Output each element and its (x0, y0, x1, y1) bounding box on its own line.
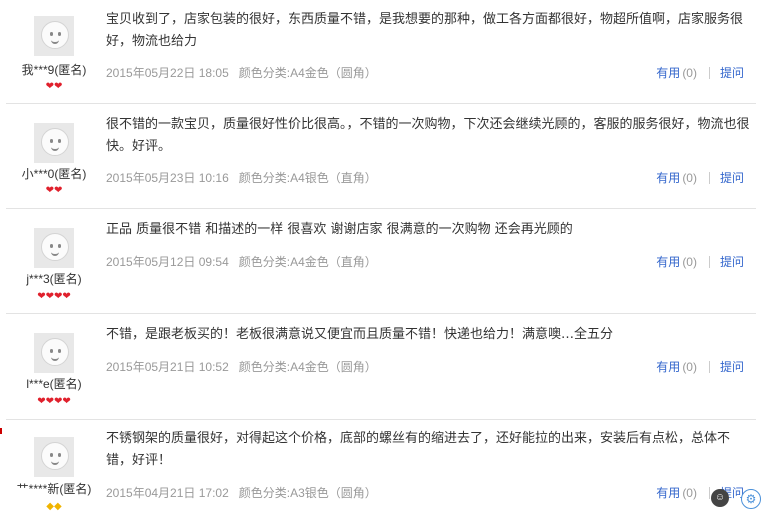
review-meta: 2015年05月12日 09:54 颜色分类:A4金色（直角） (106, 253, 377, 270)
heart-icon: ❤ (45, 396, 54, 407)
review-date: 2015年05月21日 10:52 (106, 360, 229, 374)
edge-marker (0, 428, 2, 434)
review-meta: 2015年05月21日 10:52 颜色分类:A4金色（圆角） (106, 358, 377, 375)
heart-icon: ❤ (54, 81, 63, 92)
actions-divider (708, 67, 710, 79)
heart-icon: ❤ (62, 291, 71, 302)
heart-icon: ❤ (54, 185, 63, 196)
avatar[interactable] (34, 16, 74, 56)
ask-button[interactable]: 提问 (720, 360, 744, 374)
chat-avatar-icon[interactable]: ☺ (711, 489, 729, 507)
review-date: 2015年05月23日 10:16 (106, 171, 229, 185)
review-sku: 颜色分类:A4银色（直角） (238, 171, 377, 185)
avatar[interactable] (34, 228, 74, 268)
avatar[interactable] (34, 437, 74, 477)
review-date: 2015年05月22日 18:05 (106, 66, 229, 80)
useful-button[interactable]: 有用 (656, 486, 680, 500)
gear-icon[interactable]: ⚙ (741, 489, 761, 509)
actions-divider (708, 361, 710, 373)
reviewer-nick: 小***0(匿名) (21, 167, 87, 181)
useful-button[interactable]: 有用 (656, 360, 680, 374)
reviewer-rank-icons: ❤❤❤❤ (6, 292, 102, 302)
reviewer-nick: j***3(匿名) (26, 272, 82, 286)
useful-button[interactable]: 有用 (656, 171, 680, 185)
useful-button[interactable]: 有用 (656, 255, 680, 269)
ask-button[interactable]: 提问 (720, 255, 744, 269)
useful-count: (0) (682, 486, 697, 500)
avatar-face-icon (41, 233, 69, 261)
actions-divider (708, 172, 710, 184)
avatar[interactable] (34, 123, 74, 163)
avatar-face-icon (41, 21, 69, 49)
ask-button[interactable]: 提问 (720, 171, 744, 185)
review-item: 艹****新(匿名) ◆◆ 不锈钢架的质量很好，对得起这个价格，底部的螺丝有的缩… (6, 420, 756, 513)
review-actions: 有用 (0) 提问 (656, 64, 744, 81)
heart-icon: ❤ (45, 81, 54, 92)
reviewer-nick: l***e(匿名) (26, 377, 82, 391)
heart-icon: ❤ (62, 396, 71, 407)
review-item: 我***9(匿名) ❤❤ 宝贝收到了，店家包装的很好，东西质量不错，是我想要的那… (6, 0, 756, 104)
review-content: 正品 质量很不错 和描述的一样 很喜欢 谢谢店家 很满意的一次购物 还会再光顾的 (106, 222, 573, 237)
diamond-icon: ◆ (54, 501, 62, 512)
reviewer-nick: 艹****新(匿名) (16, 482, 92, 496)
review-meta: 2015年04月21日 17:02 颜色分类:A3银色（圆角） (106, 484, 377, 501)
review-content: 宝贝收到了，店家包装的很好，东西质量不错，是我想要的那种，做工各方面都很好，物超… (106, 12, 744, 49)
useful-button[interactable]: 有用 (656, 66, 680, 80)
heart-icon: ❤ (45, 185, 54, 196)
review-item: 小***0(匿名) ❤❤ 很不错的一款宝贝，质量很好性价比很高。，不错的一次购物… (6, 104, 756, 209)
actions-divider (708, 487, 710, 499)
reviewer-nick: 我***9(匿名) (21, 63, 87, 77)
review-meta: 2015年05月23日 10:16 颜色分类:A4银色（直角） (106, 169, 377, 186)
review-content: 很不错的一款宝贝，质量很好性价比很高。，不错的一次购物，下次还会继续光顾的，客服… (106, 117, 750, 154)
review-actions: 有用 (0) 提问 (656, 253, 744, 270)
review-date: 2015年05月12日 09:54 (106, 255, 229, 269)
useful-count: (0) (682, 255, 697, 269)
review-date: 2015年04月21日 17:02 (106, 486, 229, 500)
review-sku: 颜色分类:A4金色（直角） (238, 255, 377, 269)
reviewer-rank-icons: ❤❤ (6, 186, 102, 196)
review-sku: 颜色分类:A4金色（圆角） (238, 66, 377, 80)
useful-count: (0) (682, 360, 697, 374)
actions-divider (708, 256, 710, 268)
useful-count: (0) (682, 66, 697, 80)
review-sku: 颜色分类:A3银色（圆角） (238, 486, 377, 500)
avatar-face-icon (41, 442, 69, 470)
reviewer-rank-icons: ◆◆ (6, 502, 102, 512)
heart-icon: ❤ (37, 396, 46, 407)
heart-icon: ❤ (37, 291, 46, 302)
review-actions: 有用 (0) 提问 (656, 358, 744, 375)
review-item: l***e(匿名) ❤❤❤❤ 不错，是跟老板买的！老板很满意说又便宜而且质量不错… (6, 314, 756, 420)
review-item: j***3(匿名) ❤❤❤❤ 正品 质量很不错 和描述的一样 很喜欢 谢谢店家 … (6, 209, 756, 314)
reviewer-rank-icons: ❤❤❤❤ (6, 397, 102, 407)
avatar-face-icon (41, 128, 69, 156)
review-content: 不错，是跟老板买的！老板很满意说又便宜而且质量不错！快递也给力！满意噢…全五分 (106, 327, 614, 342)
avatar[interactable] (34, 333, 74, 373)
ask-button[interactable]: 提问 (720, 66, 744, 80)
reviewer-rank-icons: ❤❤ (6, 82, 102, 92)
review-meta: 2015年05月22日 18:05 颜色分类:A4金色（圆角） (106, 64, 377, 81)
avatar-face-icon (41, 338, 69, 366)
review-content: 不锈钢架的质量很好，对得起这个价格，底部的螺丝有的缩进去了，还好能拉的出来，安装… (106, 431, 731, 468)
useful-count: (0) (682, 171, 697, 185)
review-actions: 有用 (0) 提问 (656, 169, 744, 186)
review-sku: 颜色分类:A4金色（圆角） (238, 360, 377, 374)
heart-icon: ❤ (45, 291, 54, 302)
diamond-icon: ◆ (46, 501, 54, 512)
review-actions: 有用 (0) 提问 (656, 484, 744, 501)
